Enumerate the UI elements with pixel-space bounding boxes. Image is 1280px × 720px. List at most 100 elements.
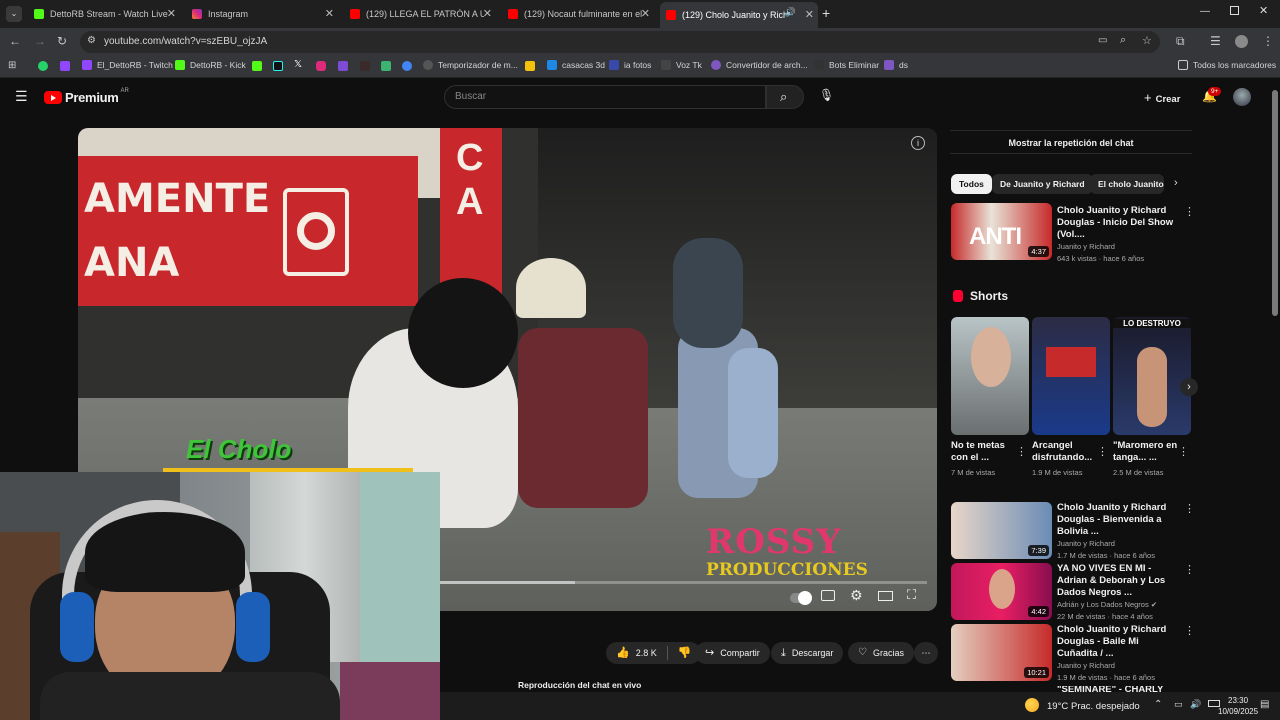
youtube-logo[interactable]: Premium AR: [44, 88, 129, 105]
list-item-text[interactable]: Cholo Juanito y Richard Douglas - Bienve…: [1057, 502, 1181, 562]
clock-time[interactable]: 23:30: [1228, 696, 1248, 705]
more-vertical-icon[interactable]: ⋮: [1178, 445, 1189, 458]
shorts-next-button[interactable]: ›: [1180, 378, 1198, 396]
more-vertical-icon[interactable]: ⋮: [1184, 624, 1195, 637]
short-thumbnail[interactable]: [951, 317, 1029, 435]
video-thumbnail[interactable]: 10:21: [951, 624, 1052, 681]
more-vertical-icon[interactable]: ⋮: [1184, 563, 1195, 576]
app-icon[interactable]: [338, 61, 348, 71]
create-button[interactable]: + Crear: [1144, 90, 1180, 105]
tab-youtube-nocaut[interactable]: (129) Nocaut fulminante en el r ✕: [502, 4, 654, 24]
app-icon[interactable]: [402, 61, 412, 71]
short-thumbnail[interactable]: LO DESTRUYO: [1113, 317, 1191, 435]
tab-instagram[interactable]: Instagram ✕: [186, 4, 338, 24]
close-icon[interactable]: ✕: [325, 7, 334, 20]
video-thumbnail[interactable]: ANTI 4:37: [951, 203, 1052, 260]
bookmark-voz-tk[interactable]: Voz Tk: [661, 60, 702, 70]
hamburger-menu-icon[interactable]: ☰: [15, 88, 28, 105]
chip-el-cholo-juanito[interactable]: El cholo Juanito: [1090, 174, 1164, 194]
x-icon[interactable]: 𝕏: [294, 59, 302, 70]
apps-grid-icon[interactable]: ⊞: [8, 60, 16, 71]
search-button[interactable]: ⌕: [766, 85, 804, 109]
short-text[interactable]: No te metas con el ... 7 M de vistas: [951, 440, 1015, 479]
chevron-right-icon[interactable]: ›: [1174, 177, 1178, 189]
close-window-button[interactable]: ✕: [1259, 4, 1268, 17]
close-icon[interactable]: ✕: [167, 7, 176, 20]
weather-temp[interactable]: 19°C: [1047, 701, 1068, 712]
like-button[interactable]: 👍 2.8 K 👎: [606, 642, 702, 664]
share-button[interactable]: ↪ Compartir: [695, 642, 770, 664]
microphone-icon[interactable]: 🎙: [819, 88, 834, 102]
video-thumbnail[interactable]: 4:42: [951, 563, 1052, 620]
weather-icon[interactable]: [1025, 698, 1039, 712]
network-icon[interactable]: ▭: [1174, 699, 1183, 710]
chat-replay-bar[interactable]: Reproducción del chat en vivo: [440, 676, 937, 692]
all-bookmarks-folder[interactable]: Todos los marcadores: [1178, 60, 1276, 70]
menu-kebab-icon[interactable]: ⋮: [1262, 34, 1274, 48]
reload-icon[interactable]: ↻: [57, 34, 67, 48]
bookmark-temporizador[interactable]: Temporizador de m...: [423, 60, 518, 70]
extensions-icon[interactable]: ⧉: [1176, 34, 1185, 49]
settings-gear-icon[interactable]: ⚙: [850, 587, 863, 604]
bookmark-dettorb-kick[interactable]: DettoRB - Kick: [175, 60, 246, 70]
show-chat-replay-button[interactable]: Mostrar la repetición del chat: [950, 130, 1192, 154]
tab-youtube-llega[interactable]: (129) LLEGA EL PATRÓN A UNA ✕: [344, 4, 496, 24]
close-icon[interactable]: ✕: [483, 7, 492, 20]
bookmark-star-icon[interactable]: ☆: [1142, 34, 1152, 47]
list-item-text[interactable]: Cholo Juanito y Richard Douglas - Baile …: [1057, 624, 1181, 684]
forward-icon[interactable]: →: [34, 34, 46, 48]
info-icon[interactable]: i: [911, 136, 925, 150]
zoom-icon[interactable]: ⌕: [1120, 34, 1126, 47]
volume-icon[interactable]: 🔊: [1190, 699, 1201, 710]
minimize-button[interactable]: —: [1200, 6, 1210, 17]
more-actions-button[interactable]: ⋯: [914, 642, 938, 664]
autoplay-toggle[interactable]: [790, 591, 812, 605]
list-item-text[interactable]: Cholo Juanito y Richard Douglas - Inicio…: [1057, 205, 1181, 265]
kick-icon[interactable]: [252, 61, 262, 71]
chip-todos[interactable]: Todos: [951, 174, 992, 194]
short-text[interactable]: Arcangel disfrutando... 1.9 M de vistas: [1032, 440, 1098, 479]
bookmark-ds[interactable]: ds: [884, 60, 908, 70]
app-icon[interactable]: [525, 61, 535, 71]
whatsapp-icon[interactable]: [38, 61, 48, 71]
thumbs-down-icon[interactable]: 👎: [678, 642, 692, 664]
more-vertical-icon[interactable]: ⋮: [1184, 502, 1195, 515]
omnibox[interactable]: ⚙ youtube.com/watch?v=szEBU_ojzJA ▭ ⌕ ☆: [80, 31, 1160, 53]
notification-center-icon[interactable]: ▤: [1260, 699, 1269, 710]
search-input[interactable]: Buscar: [444, 85, 766, 109]
speaker-icon[interactable]: 🔊: [785, 7, 796, 18]
site-info-icon[interactable]: ⚙: [87, 35, 96, 46]
bookmark-convertidor[interactable]: Convertidor de arch...: [711, 60, 808, 70]
more-vertical-icon[interactable]: ⋮: [1097, 445, 1108, 458]
bookmark-ia-fotos[interactable]: ia fotos: [609, 60, 651, 70]
subtitles-icon[interactable]: [821, 590, 835, 601]
clock-date[interactable]: 10/09/2025: [1218, 707, 1258, 716]
profile-avatar[interactable]: [1235, 35, 1248, 48]
short-text[interactable]: "Maromero en tanga... ... 2.5 M de vista…: [1113, 440, 1179, 479]
tiktok-icon[interactable]: [273, 61, 283, 71]
more-vertical-icon[interactable]: ⋮: [1016, 445, 1027, 458]
short-thumbnail[interactable]: [1032, 317, 1110, 435]
tab-dettorb-kick[interactable]: DettoRB Stream - Watch Live o ✕: [28, 4, 180, 24]
battery-icon[interactable]: [1208, 700, 1220, 707]
close-icon[interactable]: ✕: [641, 7, 650, 20]
weather-desc[interactable]: Prac. despejado: [1071, 701, 1140, 712]
new-tab-button[interactable]: +: [822, 5, 830, 21]
thanks-button[interactable]: ♡ Gracias: [848, 642, 914, 664]
tray-chevron-up-icon[interactable]: ⌃: [1154, 699, 1162, 710]
close-icon[interactable]: ✕: [805, 8, 814, 21]
bookmark-bots-eliminar[interactable]: Bots Eliminar: [814, 60, 879, 70]
cast-icon[interactable]: ▭: [1098, 35, 1107, 46]
app-icon[interactable]: [360, 61, 370, 71]
restore-button[interactable]: [1230, 6, 1239, 15]
theater-mode-icon[interactable]: [878, 591, 893, 601]
user-avatar[interactable]: [1233, 88, 1251, 106]
download-button[interactable]: ⤓ Descargar: [771, 642, 844, 664]
fullscreen-icon[interactable]: ⛶: [907, 587, 916, 603]
back-icon[interactable]: ←: [9, 34, 21, 48]
page-scrollbar[interactable]: [1272, 90, 1278, 316]
more-vertical-icon[interactable]: ⋮: [1184, 205, 1195, 218]
twitch-icon[interactable]: [60, 61, 70, 71]
tab-youtube-cholo-active[interactable]: (129) Cholo Juanito y Richa 🔊 ✕: [660, 2, 818, 28]
video-thumbnail[interactable]: 7:39: [951, 502, 1052, 559]
